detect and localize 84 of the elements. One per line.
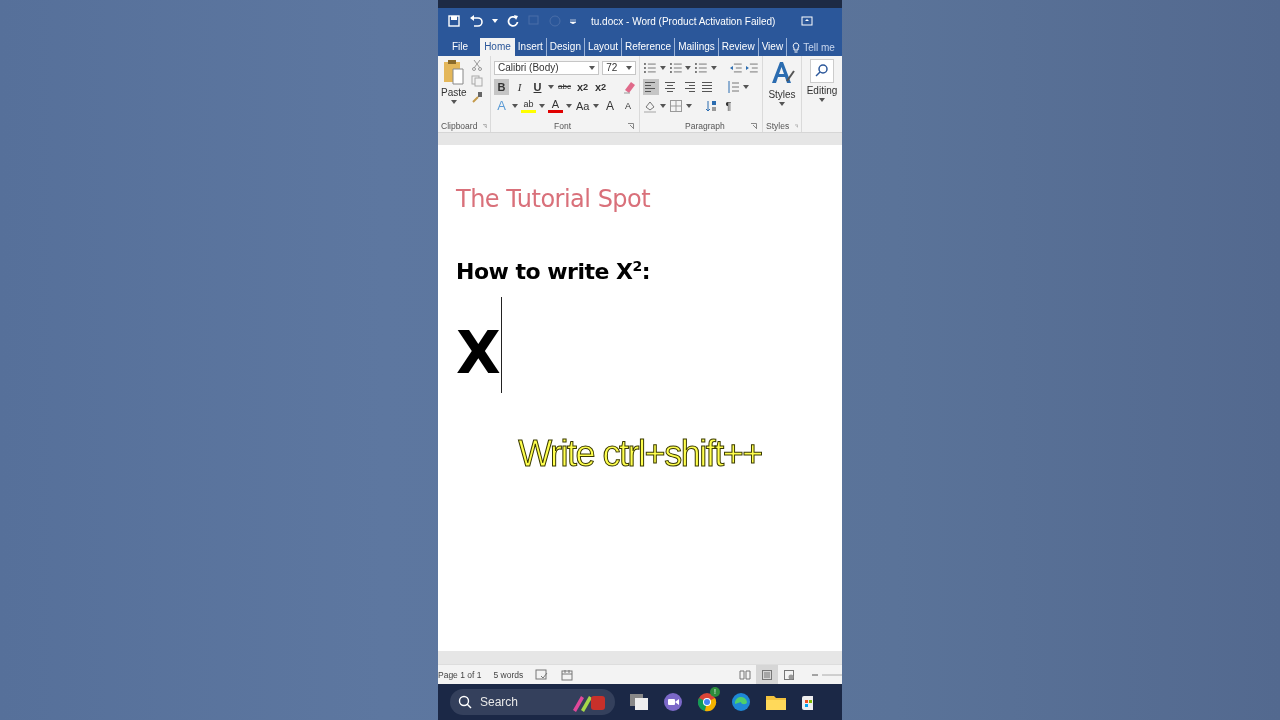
redo-icon[interactable] [507, 15, 519, 27]
caret-icon[interactable] [819, 98, 825, 102]
clipboard-icon [442, 59, 465, 85]
caret-icon[interactable] [589, 65, 596, 70]
align-left-icon [644, 79, 658, 94]
numbering-icon[interactable] [668, 60, 683, 75]
caret-icon[interactable] [593, 103, 600, 108]
window-title: tu.docx - Word (Product Activation Failed) [591, 15, 776, 27]
video-chat-icon[interactable] [663, 692, 683, 712]
caret-icon[interactable] [512, 103, 518, 108]
align-center-icon [663, 79, 677, 94]
caret-icon[interactable] [626, 65, 632, 70]
caret-icon[interactable] [743, 84, 749, 89]
font-size-field[interactable]: 72 [602, 60, 636, 75]
group-label: Clipboard [441, 120, 478, 131]
underline-button[interactable]: U [530, 78, 545, 95]
italic-button[interactable]: I [512, 78, 527, 95]
bullets-icon[interactable] [643, 60, 657, 75]
word-count[interactable]: 5 words [493, 669, 524, 680]
edge-icon[interactable] [731, 692, 751, 712]
caret-icon[interactable] [659, 65, 666, 70]
multilevel-list-icon[interactable] [694, 60, 708, 75]
editing-button[interactable]: Editing [806, 59, 838, 102]
web-view-icon [783, 668, 795, 681]
print-view-icon [761, 668, 773, 681]
paste-button[interactable]: Paste [441, 59, 467, 104]
store-icon[interactable] [801, 693, 813, 711]
caret-icon[interactable] [779, 102, 785, 106]
grow-font-button[interactable]: A [602, 97, 618, 114]
group-label: Font [554, 120, 571, 131]
styles-button[interactable]: Styles [768, 59, 796, 106]
dialog-launcher-icon[interactable] [628, 122, 634, 129]
clear-formatting-icon[interactable] [622, 79, 636, 94]
bold-button[interactable]: B [494, 78, 509, 95]
format-painter-icon[interactable] [470, 91, 483, 103]
folder-icon[interactable] [765, 693, 787, 711]
typed-text: X [456, 318, 501, 383]
show-formatting-button[interactable]: ¶ [721, 97, 736, 114]
caret-icon[interactable] [685, 65, 692, 70]
search-icon [458, 695, 472, 709]
align-right-icon [682, 79, 696, 94]
caret-icon[interactable] [686, 103, 692, 108]
page-count[interactable]: Page 1 of 1 [438, 669, 482, 680]
change-case-button[interactable]: Aa [575, 97, 591, 114]
sort-icon[interactable] [704, 98, 718, 113]
taskbar-search-field[interactable]: Search [450, 689, 615, 715]
highlight-button[interactable]: ab [521, 98, 536, 113]
align-justify-icon [701, 79, 715, 94]
ribbon-tab[interactable]: Insert [514, 38, 546, 56]
font-color-button[interactable]: A [548, 98, 563, 113]
video-caption: Write ctrl+shift++ [518, 433, 762, 475]
align-left-button[interactable] [643, 78, 659, 95]
lightbulb-icon [792, 41, 801, 53]
undo-icon[interactable] [469, 15, 483, 27]
save-icon[interactable] [448, 15, 460, 27]
ribbon-display-icon[interactable] [801, 16, 813, 26]
group-label: Paragraph [685, 120, 725, 131]
dialog-launcher-icon[interactable] [751, 122, 757, 129]
print-view-button[interactable] [756, 665, 778, 684]
read-view-icon [739, 668, 751, 681]
ribbon-tab[interactable]: Home [480, 38, 515, 56]
macro-icon[interactable] [561, 668, 574, 681]
search-icon [810, 59, 834, 83]
increase-indent-icon[interactable] [745, 60, 759, 75]
group-label: Styles [766, 120, 790, 131]
document-title: The Tutorial Spot [456, 185, 652, 213]
decrease-indent-icon[interactable] [728, 60, 743, 75]
strike-button[interactable]: abc [557, 78, 572, 95]
task-view-icon[interactable] [629, 693, 649, 711]
caret-icon[interactable] [492, 19, 498, 23]
proofing-icon[interactable] [535, 668, 550, 681]
tell-me-field[interactable]: Tell me [803, 41, 835, 53]
chrome-icon[interactable] [697, 692, 717, 712]
caret-icon[interactable] [450, 100, 457, 104]
font-name-field[interactable]: Calibri (Body) [494, 60, 600, 75]
document-heading: How to write X$^{2}$: [456, 258, 652, 285]
shrink-font-button[interactable]: A [620, 97, 636, 114]
caret-icon[interactable] [548, 84, 554, 89]
caret-icon[interactable] [539, 103, 545, 108]
caret-icon[interactable] [710, 65, 717, 70]
customize-icon[interactable] [570, 18, 576, 24]
caret-icon[interactable] [660, 103, 666, 108]
caret-icon[interactable] [566, 103, 572, 108]
ribbon-tab[interactable]: File [444, 38, 481, 56]
